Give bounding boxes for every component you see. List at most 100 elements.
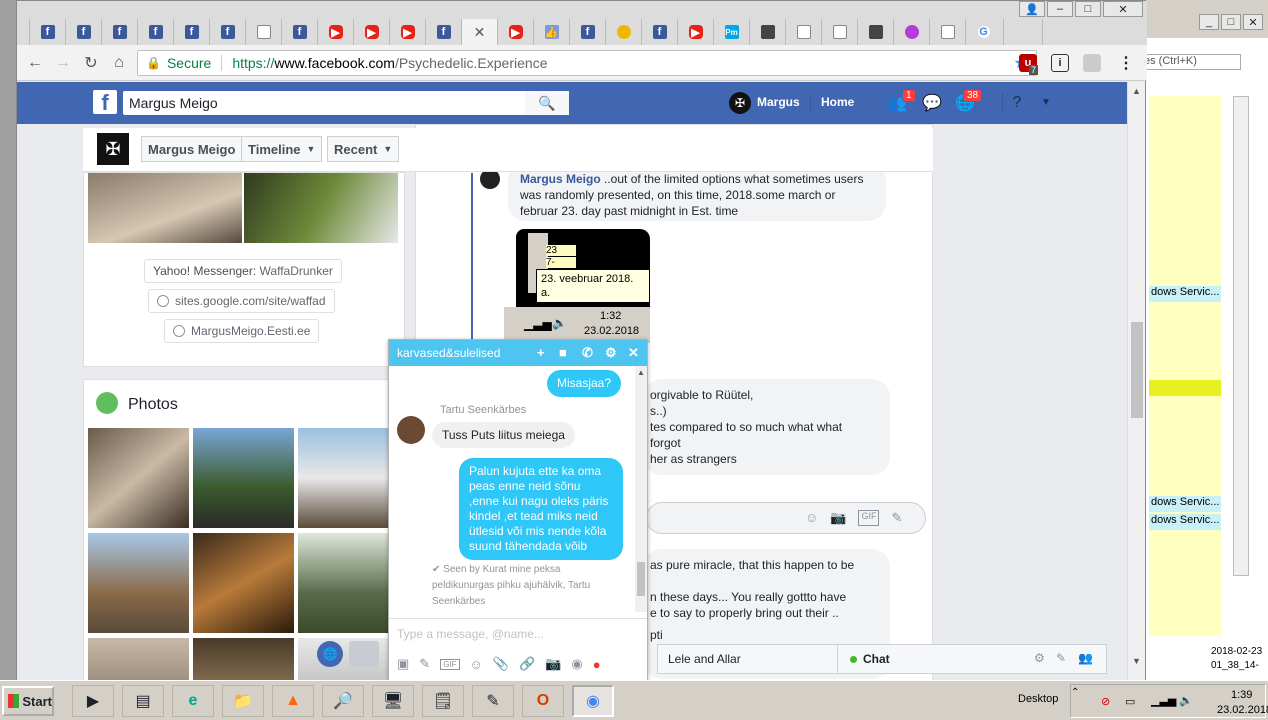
background-search-field[interactable]: es (Ctrl+K) [1141,54,1241,70]
scroll-up-icon[interactable]: ▲ [637,368,645,377]
browser-tab[interactable]: 👍 [533,19,569,45]
website-link[interactable]: MargusMeigo.Eesti.ee [164,319,320,343]
photo-thumbnail[interactable] [193,428,294,528]
photo-thumbnail[interactable] [193,638,294,681]
browser-tab[interactable]: f [137,19,173,45]
browser-tab[interactable]: f [65,19,101,45]
browser-tab[interactable]: ▶ [389,19,425,45]
scrollbar-thumb[interactable] [1131,322,1143,418]
message-input[interactable]: Type a message, @name... [389,618,647,648]
nav-profile-link[interactable]: Margus [757,95,800,109]
browser-tab[interactable]: f [101,19,137,45]
sticker-icon[interactable]: ✎ [419,656,430,672]
link-icon[interactable]: 🔗 [519,656,535,672]
window-icon[interactable]: ▤ [122,685,164,717]
comment-author[interactable]: Margus Meigo [520,172,601,186]
gear-icon[interactable]: ⚙ [605,345,617,361]
photo-thumbnail[interactable] [88,533,189,633]
browser-tab[interactable]: f [281,19,317,45]
photo-thumbnail[interactable] [88,428,189,528]
chrome-icon[interactable]: ◉ [572,685,614,717]
minimize-icon[interactable]: _ [1199,14,1219,30]
avatar[interactable] [480,169,500,189]
comment-input[interactable]: ☺ 📷 GIF ✎ [646,502,926,534]
maximize-icon[interactable]: □ [1221,14,1241,30]
browser-tab[interactable]: f [173,19,209,45]
gif-icon[interactable]: GIF [858,510,880,526]
vlc-icon[interactable]: ▲ [272,685,314,717]
speaker-icon[interactable]: 🔈 [1179,694,1193,707]
account-dropdown-icon[interactable]: ▼ [1041,97,1051,108]
close-icon[interactable]: ✕ [628,345,639,361]
start-button[interactable]: Start [2,686,54,716]
browser-tab[interactable] [821,19,857,45]
browser-tab[interactable]: ▶ [497,19,533,45]
browser-tab[interactable] [785,19,821,45]
browser-tab[interactable]: G [965,19,1001,45]
chevron-up-icon[interactable]: ⌃ [1071,687,1079,698]
phone-icon[interactable]: ✆ [582,345,593,361]
notepad-plus-icon[interactable]: ✎ [472,685,514,717]
compose-icon[interactable]: ✎ [1056,651,1066,665]
gif-icon[interactable]: GIF [440,658,460,670]
website-link[interactable]: sites.google.com/site/waffad [148,289,335,313]
camera-icon[interactable]: 📷 [545,656,561,672]
browser-tab[interactable]: ▶ [677,19,713,45]
emoji-icon[interactable]: ☺ [470,657,483,672]
browser-tab[interactable]: f [641,19,677,45]
browser-tab[interactable]: Pm [713,19,749,45]
messenger-icon[interactable]: 💬 [922,93,942,113]
chat-title[interactable]: karvased&sulelised [397,346,500,360]
usb-icon[interactable]: ▭ [1125,695,1135,708]
home-icon[interactable]: ⌂ [109,53,129,73]
back-icon[interactable]: ← [25,53,45,73]
search-icon[interactable]: 🔍 [525,91,569,115]
user-icon[interactable]: 👤 [1019,1,1045,17]
scroll-down-icon[interactable]: ▼ [1132,656,1141,666]
media-player-icon[interactable]: ▶ [72,685,114,717]
folder-icon[interactable]: 📁 [222,685,264,717]
desktop-toolbar-label[interactable]: Desktop [1018,693,1058,705]
scroll-up-icon[interactable]: ▲ [1132,86,1141,96]
audio-icon[interactable]: ◉ [571,656,582,672]
browser-tab[interactable]: f [569,19,605,45]
browser-tab-active[interactable]: ✕ [461,19,497,45]
browser-tab[interactable] [245,19,281,45]
forward-icon[interactable]: → [53,53,73,73]
browser-tab[interactable]: f [425,19,461,45]
photo-thumbnail[interactable] [244,173,398,243]
avatar[interactable] [397,416,425,444]
timeline-dropdown[interactable]: Timeline ▼ [241,136,323,162]
group-chat-tab[interactable]: Lele and Allar [657,644,847,674]
security-icon[interactable]: ⊘ [1101,695,1110,708]
background-scrollbar[interactable] [1233,96,1249,576]
avatar[interactable]: ✠ [729,92,751,114]
close-window-icon[interactable]: ✕ [1103,1,1143,17]
help-icon[interactable]: ? [1007,93,1027,113]
avatar[interactable]: ✠ [97,133,129,165]
nav-home-link[interactable]: Home [821,95,854,109]
clock-time[interactable]: 1:39 [1231,689,1252,701]
reload-icon[interactable]: ↻ [81,53,101,73]
browser-tab[interactable] [749,19,785,45]
monitor-icon[interactable]: 🖥 [372,685,414,717]
photo-thumbnail[interactable] [88,638,189,681]
browser-tab[interactable]: f [29,19,65,45]
browser-tab[interactable]: ▶ [353,19,389,45]
close-icon[interactable]: ✕ [1243,14,1263,30]
facebook-search-input[interactable]: Margus Meigo [123,91,569,115]
new-tab-button[interactable] [1003,19,1043,45]
scrollbar-thumb[interactable] [637,562,645,596]
chat-sidebar-toggle[interactable]: Chat ⚙ ✎ 👥 [837,644,1107,674]
photo-thumbnail[interactable] [298,428,399,528]
browser-tab[interactable] [605,19,641,45]
emoji-icon[interactable]: ☺ [805,510,818,526]
browser-tab[interactable]: ▶ [317,19,353,45]
signal-icon[interactable]: ▁▃▅ [1151,694,1176,707]
image-icon[interactable]: ▣ [397,656,409,672]
camera-icon[interactable]: 📷 [830,510,846,526]
facebook-logo-icon[interactable]: f [93,90,117,114]
video-call-icon[interactable]: ■ [559,345,567,360]
clock-date[interactable]: 23.02.2018 [1217,704,1268,716]
notes-icon[interactable]: 🗒 [422,685,464,717]
